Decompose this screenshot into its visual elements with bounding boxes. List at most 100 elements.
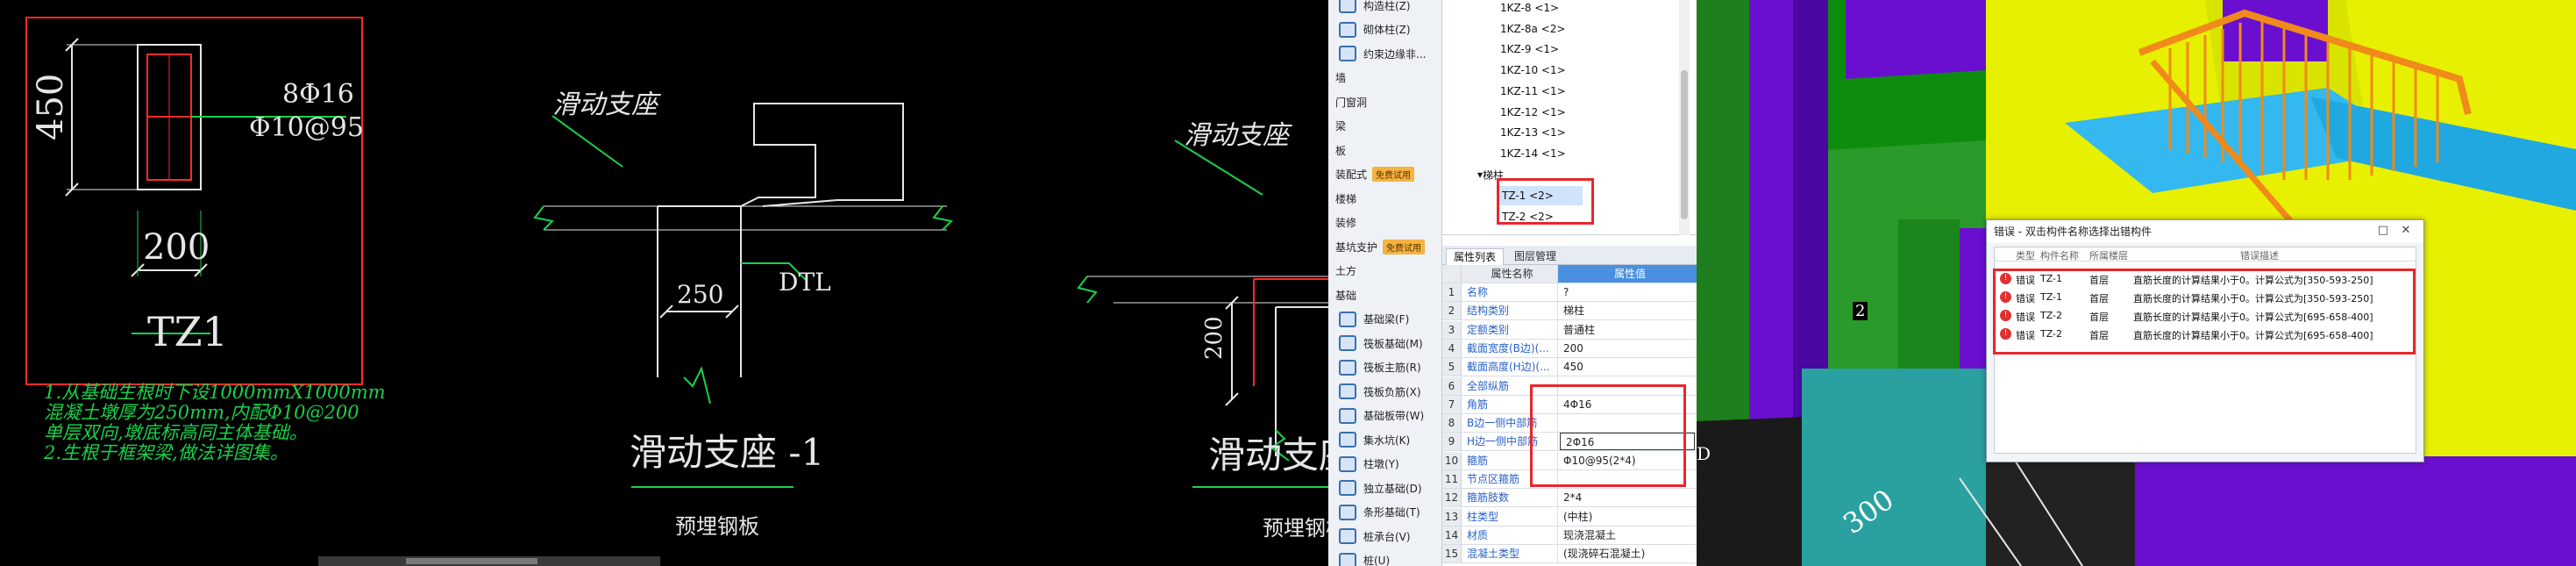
tz1-width-dimension: 200 <box>143 227 210 268</box>
nav-cat[interactable]: 门窗洞 <box>1328 90 1442 113</box>
tree-subitem[interactable]: TZ-1 <2> <box>1498 186 1583 205</box>
nav-item[interactable]: 筏板主筋(R) <box>1328 356 1442 379</box>
nav-item[interactable]: 集水坑(K) <box>1328 428 1442 451</box>
property-value[interactable]: (现浇碎石混凝土) <box>1558 545 1697 562</box>
property-value[interactable] <box>1558 377 1697 395</box>
tab-layer-manager[interactable]: 图层管理 <box>1507 248 1563 265</box>
tree-group[interactable]: ▾ 梯柱 <box>1477 165 1504 184</box>
property-row-number: 8 <box>1442 414 1462 433</box>
nav-item[interactable]: 基础梁(F) <box>1328 308 1442 331</box>
property-row[interactable]: 2 结构类别 梯柱 <box>1442 302 1697 321</box>
error-name: TZ-2 <box>2040 310 2063 321</box>
nav-item[interactable]: 约束边缘非... <box>1328 42 1442 65</box>
property-row[interactable]: 7 角筋 4Φ16 <box>1442 395 1697 414</box>
property-value[interactable]: Φ10@95(2*4) <box>1558 452 1697 469</box>
property-value[interactable]: 450 <box>1558 358 1697 376</box>
property-value[interactable]: 4Φ16 <box>1558 396 1697 413</box>
nav-item[interactable]: 基础板带(W) <box>1328 405 1442 427</box>
nav-cat[interactable]: 装修 <box>1328 211 1442 234</box>
tree-subitem[interactable]: TZ-2 <2> <box>1498 207 1583 226</box>
error-row[interactable]: ! 错误 TZ-1 首层 直筋长度的计算结果小于0。计算公式为[350-593-250] <box>1995 270 2416 288</box>
nav-item[interactable]: 独立基础(D) <box>1328 476 1442 499</box>
property-row[interactable]: 3 定额类别 普通柱 <box>1442 320 1697 340</box>
property-value[interactable]: 梯柱 <box>1558 302 1697 319</box>
nav-cat[interactable]: 板 <box>1328 139 1442 161</box>
scrollbar-thumb[interactable] <box>406 558 537 564</box>
property-value[interactable]: 现浇混凝土 <box>1558 527 1697 544</box>
property-row-number: 2 <box>1442 302 1462 320</box>
tab-property-list[interactable]: 属性列表 <box>1446 248 1505 265</box>
nav-cat[interactable]: 土方 <box>1328 260 1442 283</box>
nav-item[interactable]: 筏板负筋(X) <box>1328 380 1442 403</box>
property-value[interactable]: ? <box>1558 283 1697 301</box>
nav-label: 板 <box>1335 144 1347 157</box>
nav-item[interactable]: 构造柱(Z) <box>1328 0 1442 17</box>
property-value[interactable]: 200 <box>1558 340 1697 357</box>
property-row[interactable]: 11 节点区箍筋 <box>1442 470 1697 489</box>
tree-item[interactable]: 1KZ-12 <1> <box>1500 103 1566 122</box>
tree-item[interactable]: 1KZ-14 <1> <box>1500 144 1566 163</box>
nav-label: 桩承台(V) <box>1363 530 1411 543</box>
property-row[interactable]: 12 箍筋肢数 2*4 <box>1442 489 1697 508</box>
tree-item[interactable]: 1KZ-11 <1> <box>1500 82 1566 101</box>
nav-item[interactable]: 条形基础(T) <box>1328 501 1442 524</box>
property-value[interactable] <box>1558 470 1697 488</box>
property-value[interactable]: (中柱) <box>1558 508 1697 526</box>
error-row[interactable]: ! 错误 TZ-1 首层 直筋长度的计算结果小于0。计算公式为[350-593-250] <box>1995 289 2416 306</box>
error-floor: 首层 <box>2089 275 2109 286</box>
nav-item[interactable]: 桩承台(V) <box>1328 525 1442 548</box>
property-row[interactable]: 4 截面宽度(B边)(... 200 <box>1442 339 1697 358</box>
nav-cat[interactable]: 墙 <box>1328 67 1442 90</box>
property-row[interactable]: 14 材质 现浇混凝土 <box>1442 526 1697 545</box>
property-row-number: 1 <box>1442 283 1462 301</box>
property-row[interactable]: 6 全部纵筋 <box>1442 376 1697 396</box>
error-list-header: 类型 构件名称 所属楼层 错误描述 <box>1995 247 2416 262</box>
property-grid: 属性名称 属性值 1 名称? 2 结构类别 梯柱 3 定额类别 普通柱 4 截面宽度(B边)(..… <box>1442 265 1697 566</box>
property-name: 全部纵筋 <box>1462 376 1558 395</box>
property-row[interactable]: 5 截面高度(H边)(... 450 <box>1442 358 1697 377</box>
error-row[interactable]: ! 错误 TZ-2 首层 直筋长度的计算结果小于0。计算公式为[695-658-400] <box>1995 326 2416 343</box>
dialog-restore-icon[interactable]: □ <box>2376 224 2390 238</box>
tree-item[interactable]: 1KZ-10 <1> <box>1500 61 1566 80</box>
property-value[interactable]: 2*4 <box>1558 489 1697 506</box>
nav-cat[interactable]: 基础 <box>1328 283 1442 306</box>
property-row[interactable]: 15 混凝土类型 (现浇碎石混凝土) <box>1442 545 1697 564</box>
error-floor: 首层 <box>2089 330 2109 341</box>
nav-cat[interactable]: 楼梯 <box>1328 187 1442 210</box>
property-row[interactable]: 10 箍筋 Φ10@95(2*4) <box>1442 451 1697 470</box>
nav-label: 墙 <box>1335 72 1347 84</box>
tree-item[interactable]: 1KZ-8a <2> <box>1500 19 1565 39</box>
nav-item[interactable]: 柱墩(Y) <box>1328 453 1442 476</box>
property-row[interactable]: 1 名称? <box>1442 283 1697 302</box>
tree-item[interactable]: 1KZ-13 <1> <box>1500 123 1566 142</box>
tree-item[interactable]: 1KZ-9 <1> <box>1500 39 1559 59</box>
tree-item[interactable]: 1KZ-8 <1> <box>1500 0 1559 18</box>
component-type-icon <box>1339 528 1356 544</box>
nav-cat[interactable]: 装配式 免费试用 <box>1328 163 1442 186</box>
nav-item[interactable]: 桩(U) <box>1328 549 1442 566</box>
property-name-header: 属性名称 <box>1462 265 1558 283</box>
property-value[interactable]: 普通柱 <box>1558 321 1697 339</box>
cad-drawing-canvas[interactable]: 450 200 8Φ16 Φ10@95 TZ1 1.从基础生根时下设1000mm… <box>0 0 1380 566</box>
property-value-input[interactable]: 2Φ16 <box>1560 433 1695 451</box>
dialog-close-icon[interactable]: ✕ <box>2399 224 2413 238</box>
cad-horizontal-scrollbar[interactable] <box>318 556 660 566</box>
property-value-header: 属性值 <box>1558 265 1697 283</box>
property-row[interactable]: 8 B边一侧中部筋 <box>1442 414 1697 433</box>
nav-item[interactable]: 砌体柱(Z) <box>1328 18 1442 41</box>
property-row[interactable]: 9 H边一侧中部筋 2Φ16 <box>1442 433 1697 452</box>
scrollbar-thumb[interactable] <box>1681 70 1688 219</box>
tree-scrollbar[interactable] <box>1679 0 1690 235</box>
property-name: 箍筋肢数 <box>1462 489 1558 507</box>
property-value[interactable] <box>1558 414 1697 432</box>
nav-cat[interactable]: 梁 <box>1328 115 1442 138</box>
error-row[interactable]: ! 错误 TZ-2 首层 直筋长度的计算结果小于0。计算公式为[695-658-400] <box>1995 307 2416 325</box>
property-name: 名称 <box>1462 283 1558 301</box>
nav-cat[interactable]: 基坑支护 免费试用 <box>1328 235 1442 258</box>
nav-item[interactable]: 筏板基础(M) <box>1328 332 1442 355</box>
trial-badge: 免费试用 <box>1372 167 1415 182</box>
nav-label: 基坑支护 <box>1335 240 1378 254</box>
nav-label: 砌体柱(Z) <box>1363 24 1411 36</box>
tz1-height-dimension: 450 <box>31 73 71 140</box>
property-row[interactable]: 13 柱类型 (中柱) <box>1442 507 1697 527</box>
